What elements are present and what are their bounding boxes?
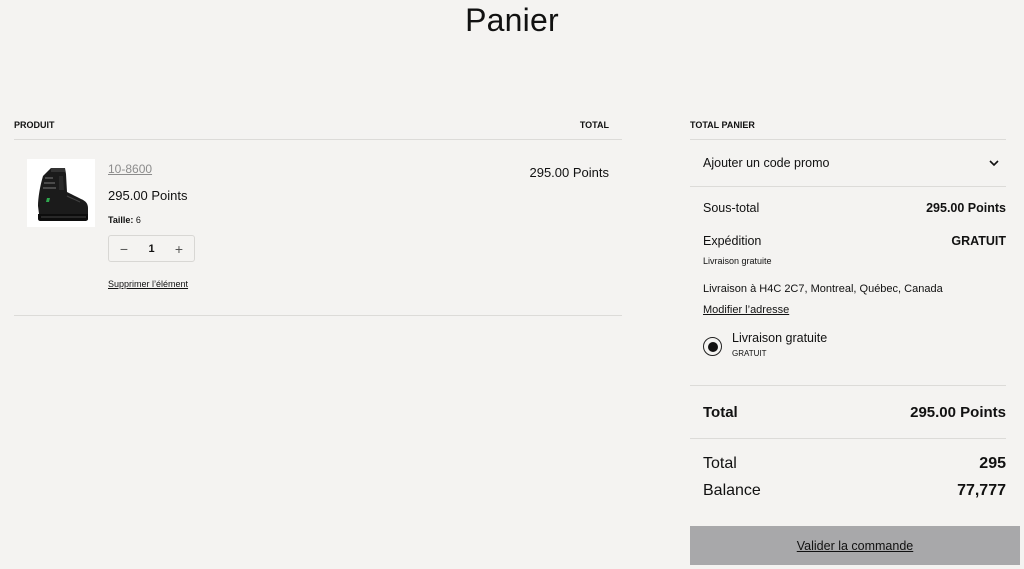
item-line-total: 295.00 Points <box>529 165 609 180</box>
totals-header: Total panier <box>690 120 1006 140</box>
column-header-total: Total <box>579 120 609 130</box>
cart-item-row: 10-8600 295.00 Points Taille: 6 − 1 + Su… <box>14 140 622 316</box>
balance-label: Balance <box>703 482 761 499</box>
shipping-address: Livraison à H4C 2C7, Montreal, Québec, C… <box>703 283 943 295</box>
quantity-stepper: − 1 + <box>108 235 195 262</box>
points-total-value: 295 <box>979 455 1006 472</box>
shipping-option[interactable]: Livraison gratuite GRATUIT <box>703 331 1006 358</box>
shipping-label: Expédition <box>703 234 762 248</box>
edit-address-link[interactable]: Modifier l’adresse <box>703 304 1006 316</box>
cart-table-header: Produit Total <box>14 120 622 140</box>
grand-total-row: Total 295.00 Points <box>690 386 1006 439</box>
balance-row: Balance 77,777 <box>703 482 1006 500</box>
page-title: Panier <box>465 2 559 38</box>
chevron-down-icon <box>988 159 1000 167</box>
shipping-option-radio[interactable] <box>703 337 722 356</box>
radio-selected-dot <box>707 341 718 352</box>
cart-totals: Total panier Ajouter un code promo Sous-… <box>690 120 1006 509</box>
shipping-option-label: Livraison gratuite <box>732 331 828 345</box>
shipping-note: Livraison gratuite <box>703 256 772 266</box>
grand-total-value: 295.00 Points <box>910 403 1006 421</box>
product-thumbnail[interactable] <box>27 159 95 227</box>
remove-item-link[interactable]: Supprimer l’élément <box>108 279 195 289</box>
cart-table: Produit Total 10-8600 295.00 Points Tail… <box>14 120 622 316</box>
product-sku-link[interactable]: 10-8600 <box>108 162 195 176</box>
order-summary: Sous-total 295.00 Points Expédition GRAT… <box>690 187 1006 386</box>
decrease-quantity-button[interactable]: − <box>117 242 131 256</box>
points-total-label: Total <box>703 455 737 472</box>
balance-value: 77,777 <box>957 482 1006 499</box>
points-total-row: Total 295 <box>703 455 1006 473</box>
item-size: Taille: 6 <box>108 215 195 225</box>
subtotal-row: Sous-total 295.00 Points <box>703 201 1006 215</box>
column-header-product: Produit <box>14 120 55 130</box>
item-size-value: 6 <box>135 215 141 225</box>
shipping-row: Expédition GRATUIT <box>703 234 1006 248</box>
item-unit-price: 295.00 Points <box>108 188 188 203</box>
quantity-value[interactable]: 1 <box>148 243 154 255</box>
shipping-option-price: GRATUIT <box>732 349 767 358</box>
points-summary: Total 295 Balance 77,777 <box>690 439 1006 500</box>
subtotal-value: 295.00 Points <box>926 201 1006 215</box>
cart-item-details: 10-8600 295.00 Points Taille: 6 − 1 + Su… <box>108 162 195 289</box>
shipping-value: GRATUIT <box>951 234 1006 248</box>
subtotal-label: Sous-total <box>703 201 760 215</box>
work-boot-icon <box>38 168 88 221</box>
grand-total-label: Total <box>703 403 738 421</box>
promo-code-toggle[interactable]: Ajouter un code promo <box>690 140 1006 187</box>
item-size-label: Taille: <box>108 215 134 225</box>
checkout-button[interactable]: Valider la commande <box>690 526 1020 565</box>
shipping-option-text: Livraison gratuite GRATUIT <box>732 331 827 358</box>
promo-code-label: Ajouter un code promo <box>703 156 830 170</box>
increase-quantity-button[interactable]: + <box>172 242 186 256</box>
